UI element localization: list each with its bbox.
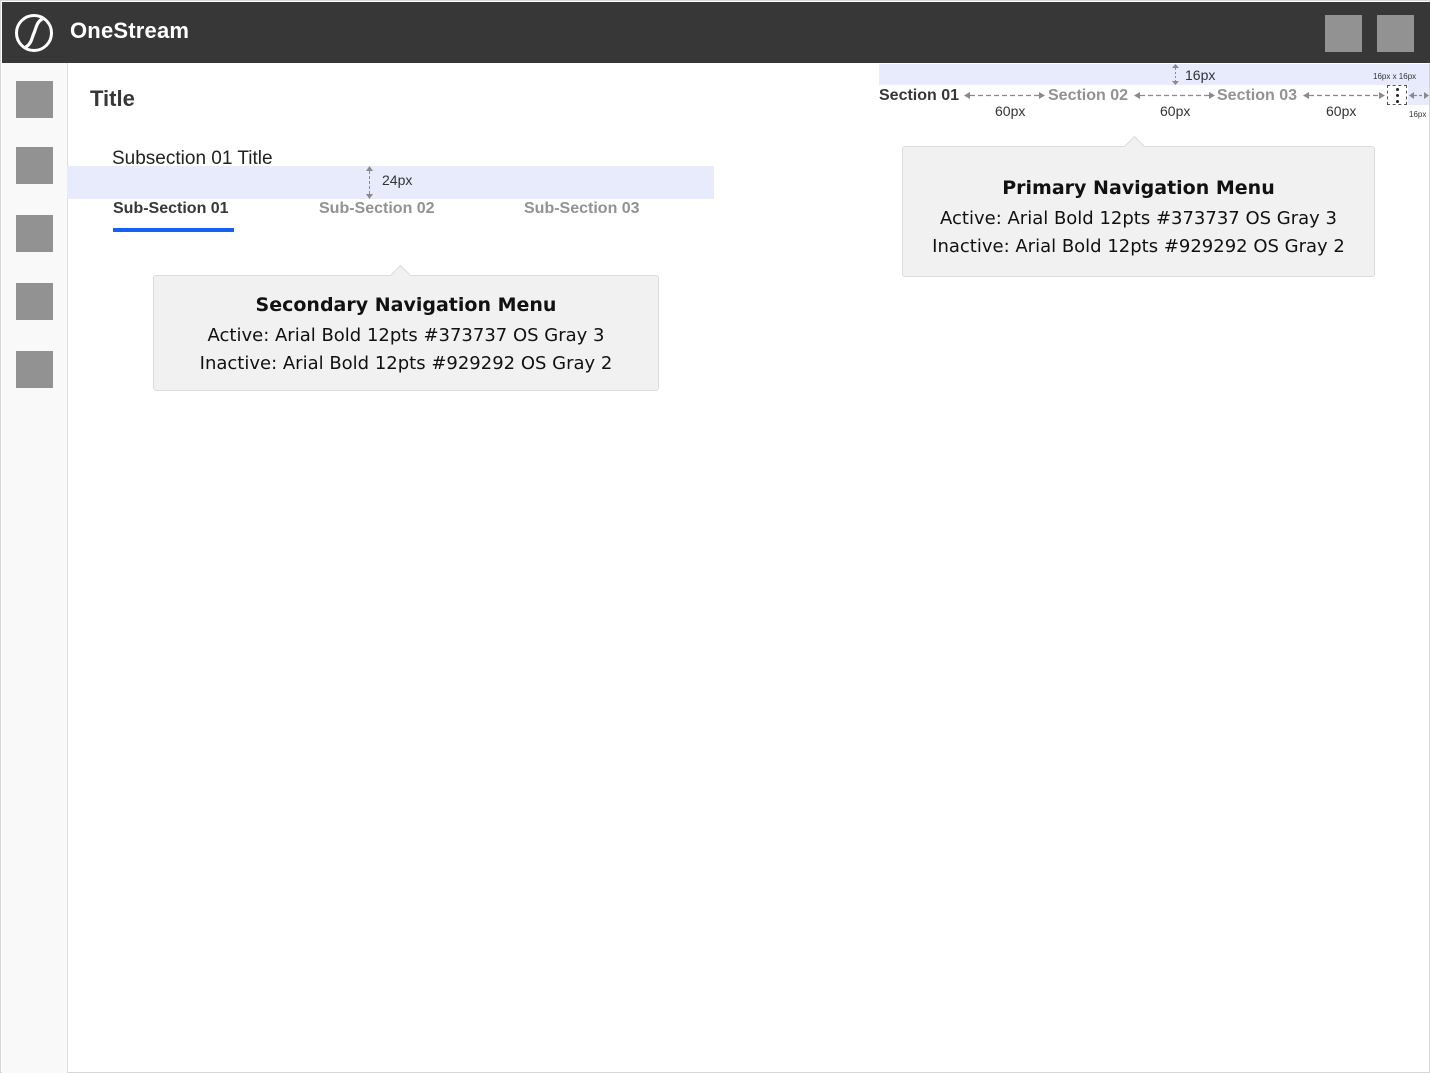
annotation-inactive-spec: Inactive: Arial Bold 12pts #929292 OS Gr… — [199, 353, 613, 374]
horizontal-measure-arrow-icon — [1409, 91, 1429, 100]
right-spacing-label: 16px — [1409, 110, 1427, 119]
sidebar — [2, 63, 68, 1073]
top-bar: OneStream — [2, 2, 1430, 63]
active-tab-indicator — [113, 228, 234, 232]
primary-nav-annotation: Primary Navigation Menu Active: Arial Bo… — [902, 135, 1375, 277]
gap-label-2: 60px — [1160, 103, 1191, 119]
gap-label-1: 60px — [995, 103, 1026, 119]
spacing-label-24: 24px — [382, 172, 413, 188]
more-vertical-icon[interactable] — [1387, 85, 1407, 105]
annotation-title: Secondary Navigation Menu — [255, 294, 557, 316]
sidebar-item-5[interactable] — [16, 351, 53, 388]
annotation-active-spec: Active: Arial Bold 12pts #373737 OS Gray… — [207, 325, 605, 346]
annotation-title: Primary Navigation Menu — [1002, 177, 1275, 199]
vertical-measure-arrow-icon — [1171, 64, 1180, 85]
sidebar-item-4[interactable] — [16, 283, 53, 320]
horizontal-measure-arrow-icon — [1134, 91, 1215, 100]
secondary-nav-annotation: Secondary Navigation Menu Active: Arial … — [153, 264, 659, 391]
sidebar-item-1[interactable] — [16, 81, 53, 118]
annotation-inactive-spec: Inactive: Arial Bold 12pts #929292 OS Gr… — [932, 236, 1345, 257]
horizontal-measure-arrow-icon — [1303, 91, 1385, 100]
spacing-label-top-16: 16px — [1185, 67, 1216, 83]
tab-section-03[interactable]: Section 03 — [1217, 87, 1297, 105]
page-title: Title — [90, 86, 135, 111]
app-window: OneStream Title Subsection 01 Title 24px… — [0, 0, 1430, 1073]
vertical-measure-arrow-icon — [365, 166, 374, 199]
callout-pointer — [389, 264, 412, 287]
tab-section-01[interactable]: Section 01 — [879, 87, 959, 105]
tab-section-02[interactable]: Section 02 — [1048, 87, 1128, 105]
horizontal-measure-arrow-icon — [964, 91, 1045, 100]
tab-sub-section-03[interactable]: Sub-Section 03 — [524, 200, 640, 218]
more-button-size-label: 16px x 16px — [1373, 72, 1417, 81]
header-action-button-2[interactable] — [1377, 15, 1414, 52]
sidebar-item-3[interactable] — [16, 215, 53, 252]
callout-pointer — [1123, 135, 1146, 158]
tab-sub-section-02[interactable]: Sub-Section 02 — [319, 200, 435, 218]
gap-label-3: 60px — [1326, 103, 1357, 119]
header-action-button-1[interactable] — [1325, 15, 1362, 52]
tab-sub-section-01[interactable]: Sub-Section 01 — [113, 200, 229, 218]
onestream-logo-icon[interactable] — [14, 13, 54, 53]
app-name: OneStream — [70, 18, 190, 43]
sidebar-item-2[interactable] — [16, 147, 53, 184]
spacing-highlight-16 — [879, 64, 1429, 85]
annotation-active-spec: Active: Arial Bold 12pts #373737 OS Gray… — [940, 208, 1337, 229]
